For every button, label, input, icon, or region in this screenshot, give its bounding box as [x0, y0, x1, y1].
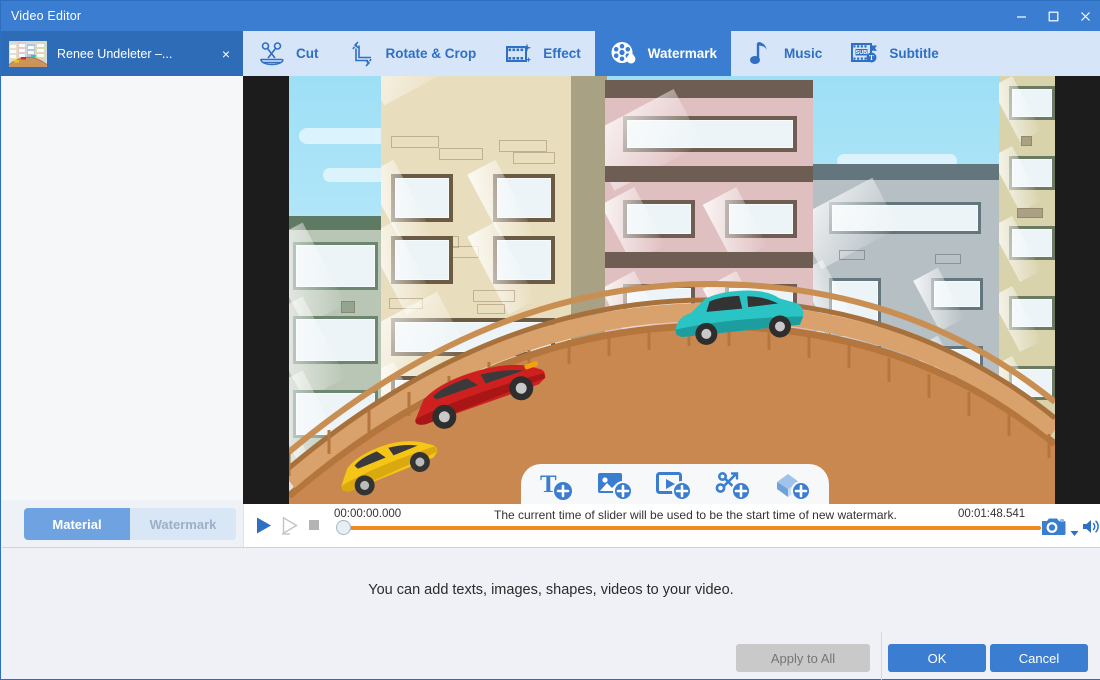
- toolbar-item-watermark[interactable]: Watermark: [594, 31, 732, 76]
- timeline-scrubber-track[interactable]: [341, 526, 1041, 530]
- film-reel-drop-icon: [609, 39, 639, 69]
- panel-tab-watermark-label: Watermark: [149, 516, 217, 532]
- total-time-label: 00:01:48.541: [958, 508, 1026, 520]
- volume-icon[interactable]: [1082, 518, 1100, 540]
- svg-text:T: T: [869, 54, 874, 62]
- svg-text:SUB: SUB: [856, 50, 867, 56]
- city-bridge-cars-illustration: [289, 76, 1055, 504]
- subtitle-icon: SUB T: [850, 39, 880, 69]
- panel-tab-material[interactable]: Material: [24, 508, 130, 540]
- toolbar-item-watermark-label: Watermark: [647, 46, 718, 61]
- document-tab[interactable]: Renee Undeleter –... ×: [1, 31, 243, 76]
- document-tab-label: Renee Undeleter –...: [57, 46, 173, 61]
- ok-label: OK: [927, 650, 947, 666]
- watermark-start-time-hint: The current time of slider will be used …: [494, 508, 897, 522]
- film-sparkle-icon: [504, 39, 534, 69]
- toolbar-item-subtitle-label: Subtitle: [889, 46, 939, 61]
- add-text-icon[interactable]: T: [535, 467, 579, 501]
- close-icon[interactable]: [1069, 1, 1100, 31]
- music-note-icon: [745, 39, 775, 69]
- panel-tab-material-label: Material: [52, 516, 102, 532]
- editor-toolbar: Cut Rotate & Crop Effect Watermark Music…: [243, 31, 1100, 76]
- watermark-add-toolbar: T: [521, 464, 829, 504]
- button-divider: [881, 632, 882, 680]
- panel-tab-group: Material Watermark: [24, 508, 236, 540]
- toolbar-item-music-label: Music: [784, 46, 823, 61]
- timeline-scrubber-handle[interactable]: [336, 520, 351, 535]
- bottom-panel: You can add texts, images, shapes, video…: [2, 547, 1100, 680]
- rotate-crop-icon: [347, 39, 377, 69]
- scissors-icon: [257, 39, 287, 69]
- add-shape-icon[interactable]: [712, 467, 756, 501]
- tab-strip: Renee Undeleter –... ×: [1, 31, 243, 76]
- cancel-label: Cancel: [1018, 650, 1060, 666]
- city-bridge-thumbnail-icon: [9, 40, 47, 67]
- add-image-icon[interactable]: [594, 467, 638, 501]
- toolbar-item-music[interactable]: Music: [731, 31, 836, 76]
- snapshot-dropdown-icon[interactable]: [1070, 524, 1079, 542]
- panel-tab-watermark[interactable]: Watermark: [130, 508, 236, 540]
- ok-button[interactable]: OK: [888, 644, 986, 672]
- car-teal: [669, 288, 809, 351]
- current-time-label: 00:00:00.000: [334, 508, 402, 520]
- add-object-icon[interactable]: [771, 467, 815, 501]
- toolbar-item-subtitle[interactable]: SUB T Subtitle: [836, 31, 953, 76]
- toolbar-item-cut[interactable]: Cut: [243, 31, 333, 76]
- toolbar-item-cut-label: Cut: [296, 46, 319, 61]
- pause-button[interactable]: [280, 516, 300, 540]
- material-panel: [2, 76, 243, 500]
- toolbar-item-effect[interactable]: Effect: [490, 31, 595, 76]
- video-preview-area[interactable]: T: [243, 76, 1100, 504]
- car-red: [401, 358, 551, 429]
- toolbar-item-effect-label: Effect: [543, 46, 581, 61]
- toolbar-item-rotate-crop-label: Rotate & Crop: [385, 46, 477, 61]
- window-title: Video Editor: [11, 9, 82, 23]
- bottom-hint-text: You can add texts, images, shapes, video…: [368, 582, 734, 598]
- snapshot-icon[interactable]: [1041, 516, 1066, 541]
- svg-text:T: T: [540, 471, 557, 498]
- cancel-button[interactable]: Cancel: [990, 644, 1088, 672]
- car-yellow: [329, 434, 441, 496]
- maximize-icon[interactable]: [1037, 1, 1069, 31]
- stop-button[interactable]: [306, 516, 322, 537]
- dialog-button-row: Apply to All OK Cancel: [2, 632, 1100, 680]
- minimize-icon[interactable]: [1005, 1, 1037, 31]
- video-editor-window: Video Editor Renee Undeleter –... × Cut …: [0, 0, 1100, 680]
- tab-close-icon[interactable]: ×: [217, 46, 235, 62]
- play-button[interactable]: [254, 516, 274, 540]
- toolbar-item-rotate-crop[interactable]: Rotate & Crop: [333, 31, 491, 76]
- window-controls: [1005, 1, 1100, 31]
- apply-to-all-label: Apply to All: [770, 650, 836, 666]
- apply-to-all-button[interactable]: Apply to All: [736, 644, 870, 672]
- playback-bar: 00:00:00.000 The current time of slider …: [243, 504, 1100, 547]
- title-bar: Video Editor: [1, 1, 1100, 31]
- add-video-icon[interactable]: [653, 467, 697, 501]
